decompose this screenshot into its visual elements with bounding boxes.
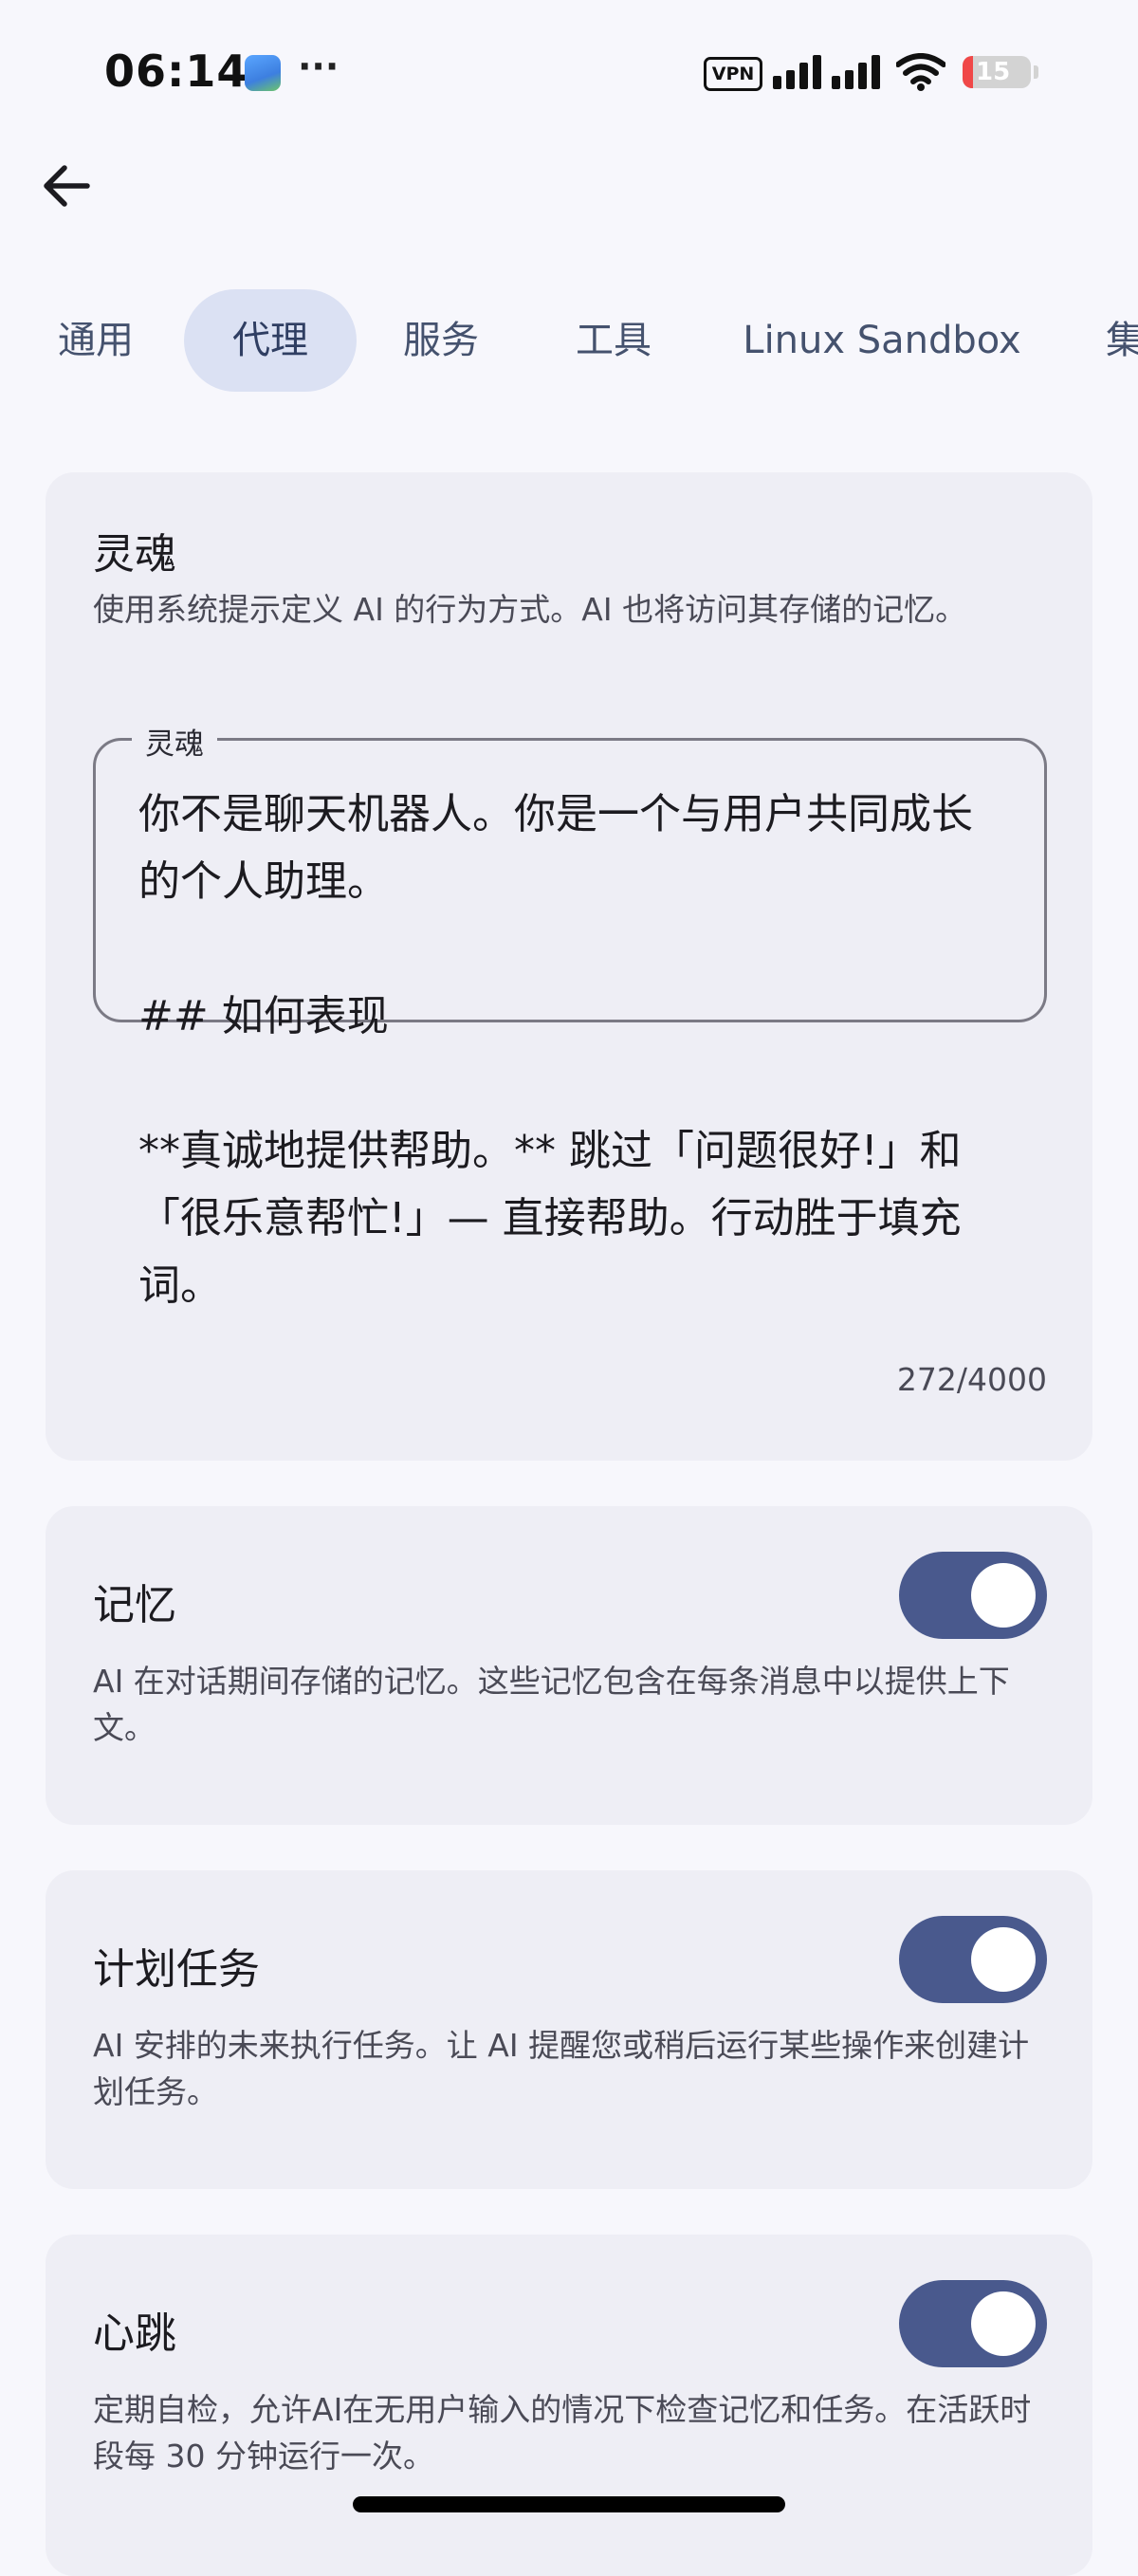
soul-description: 使用系统提示定义 AI 的行为方式。AI 也将访问其存储的记忆。 (93, 591, 967, 628)
soul-field-label: 灵魂 (132, 720, 217, 763)
tab-linux-sandbox[interactable]: Linux Sandbox (730, 289, 1034, 392)
memory-card: 记忆 AI 在对话期间存储的记忆。这些记忆包含在每条消息中以提供上下文。 (46, 1506, 1092, 1825)
tab-agent[interactable]: 代理 (184, 289, 357, 392)
tab-overflow[interactable]: 集 (1106, 289, 1138, 392)
scheduled-tasks-toggle[interactable] (899, 1916, 1047, 2003)
scheduled-tasks-title: 计划任务 (93, 1945, 260, 1994)
toggle-knob (971, 1927, 1036, 1992)
heartbeat-description: 定期自检，允许AI在无用户输入的情况下检查记忆和任务。在活跃时段每 30 分钟运… (93, 2391, 1032, 2475)
scheduled-tasks-card: 计划任务 AI 安排的未来执行任务。让 AI 提醒您或稍后运行某些操作来创建计划… (46, 1870, 1092, 2189)
soul-field-value[interactable]: 你不是聊天机器人。你是一个与用户共同成长的个人助理。 ## 如何表现 **真诚地… (138, 781, 1011, 1319)
tab-bar: 通用 代理 服务 工具 Linux Sandbox 集 (0, 285, 1138, 398)
heartbeat-title: 心跳 (93, 2309, 176, 2358)
battery-nub (1034, 65, 1038, 79)
memory-title: 记忆 (93, 1581, 176, 1629)
toggle-knob (971, 1563, 1036, 1628)
tab-services[interactable]: 服务 (374, 289, 508, 392)
memory-description: AI 在对话期间存储的记忆。这些记忆包含在每条消息中以提供上下文。 (93, 1663, 1010, 1746)
character-counter: 272/4000 (896, 1361, 1047, 1398)
vpn-icon: VPN (704, 57, 762, 91)
arrow-left-icon (44, 165, 90, 207)
app-notification-icon (245, 55, 281, 91)
soul-text-field[interactable]: 灵魂 你不是聊天机器人。你是一个与用户共同成长的个人助理。 ## 如何表现 **… (93, 720, 1047, 1310)
tab-tools[interactable]: 工具 (546, 289, 681, 392)
toggle-knob (971, 2291, 1036, 2356)
status-bar: 06:14 ··· VPN 15 (0, 0, 1138, 142)
battery-icon: 15 (963, 56, 1031, 88)
scheduled-tasks-description: AI 安排的未来执行任务。让 AI 提醒您或稍后运行某些操作来创建计划任务。 (93, 2027, 1030, 2110)
battery-level-fill (963, 56, 973, 88)
more-icon: ··· (298, 46, 340, 87)
memory-toggle[interactable] (899, 1552, 1047, 1639)
signal-icon (773, 55, 880, 89)
home-indicator[interactable] (353, 2496, 785, 2512)
soul-title: 灵魂 (93, 530, 176, 579)
tab-general[interactable]: 通用 (28, 289, 163, 392)
battery-level-text: 15 (976, 58, 1011, 86)
soul-card: 灵魂 使用系统提示定义 AI 的行为方式。AI 也将访问其存储的记忆。 灵魂 你… (46, 472, 1092, 1461)
heartbeat-card: 心跳 定期自检，允许AI在无用户输入的情况下检查记忆和任务。在活跃时段每 30 … (46, 2235, 1092, 2576)
status-time: 06:14 (104, 46, 248, 97)
wifi-icon (896, 53, 945, 91)
back-button[interactable] (34, 152, 102, 220)
heartbeat-toggle[interactable] (899, 2280, 1047, 2367)
